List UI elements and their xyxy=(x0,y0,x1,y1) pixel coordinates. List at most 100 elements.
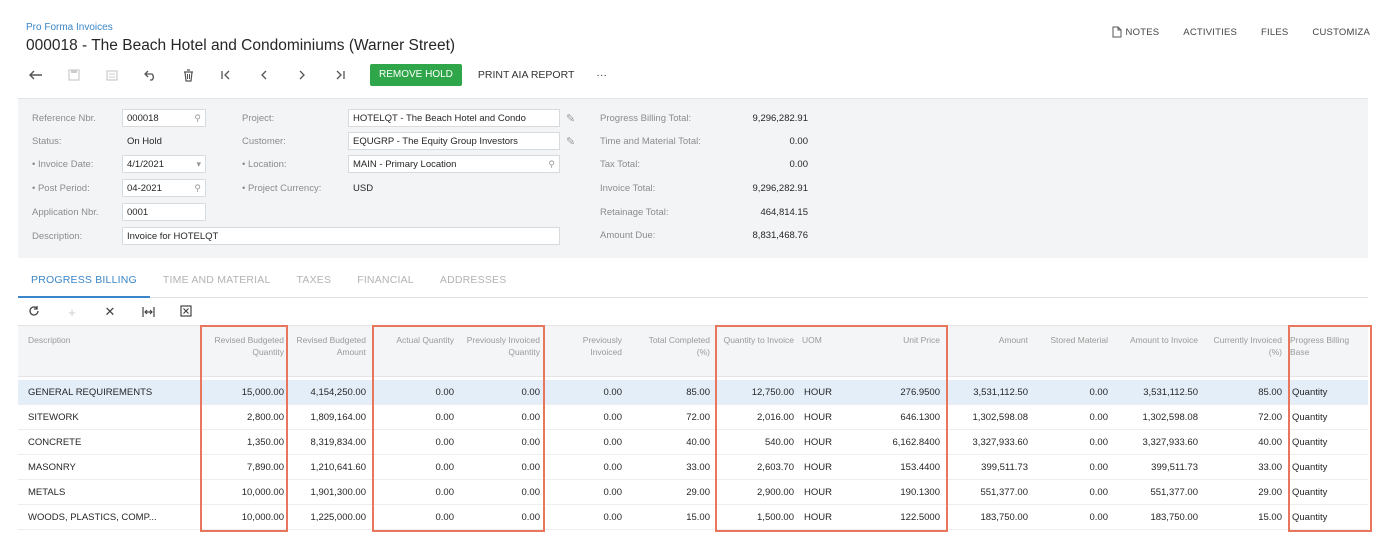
cell-amount[interactable]: 1,302,598.08 xyxy=(952,405,1028,430)
col-stored-material[interactable]: Stored Material xyxy=(1042,334,1108,346)
search-icon[interactable]: ⚲ xyxy=(548,159,555,170)
cell-revised-qty[interactable]: 10,000.00 xyxy=(208,480,284,505)
cell-amount-to-invoice[interactable]: 3,531,112.50 xyxy=(1116,380,1198,405)
col-revised-budgeted-quantity[interactable]: Revised Budgeted Quantity xyxy=(208,334,284,358)
cell-uom[interactable]: HOUR xyxy=(804,430,844,455)
cell-billing-base[interactable]: Quantity xyxy=(1292,480,1362,505)
cell-qty-to-invoice[interactable]: 12,750.00 xyxy=(718,380,794,405)
notes-button[interactable]: NOTES xyxy=(1112,26,1160,38)
cell-amount-to-invoice[interactable]: 551,377.00 xyxy=(1116,480,1198,505)
cell-uom[interactable]: HOUR xyxy=(804,480,844,505)
cell-prev-inv-qty[interactable]: 0.00 xyxy=(464,405,541,430)
cell-amount-to-invoice[interactable]: 183,750.00 xyxy=(1116,505,1198,530)
cell-amount-to-invoice[interactable]: 3,327,933.60 xyxy=(1116,430,1198,455)
tab-time-and-material[interactable]: TIME AND MATERIAL xyxy=(150,266,284,298)
table-row[interactable]: GENERAL REQUIREMENTS 15,000.00 4,154,250.0… xyxy=(18,380,1368,405)
cell-revised-amt[interactable]: 8,319,834.00 xyxy=(294,430,366,455)
cell-currently-invoiced[interactable]: 33.00 xyxy=(1206,455,1282,480)
search-icon[interactable]: ⚲ xyxy=(194,183,201,194)
cell-prev-invoiced[interactable]: 0.00 xyxy=(550,455,623,480)
cell-amount-to-invoice[interactable]: 399,511.73 xyxy=(1116,455,1198,480)
cell-unit-price[interactable]: 190.1300 xyxy=(864,480,940,505)
cell-description[interactable]: WOODS, PLASTICS, COMP... xyxy=(28,505,198,530)
cell-currently-invoiced[interactable]: 29.00 xyxy=(1206,480,1282,505)
activities-button[interactable]: ACTIVITIES xyxy=(1183,26,1237,38)
cell-qty-to-invoice[interactable]: 2,900.00 xyxy=(718,480,794,505)
cell-qty-to-invoice[interactable]: 2,016.00 xyxy=(718,405,794,430)
cell-billing-base[interactable]: Quantity xyxy=(1292,430,1362,455)
cell-description[interactable]: METALS xyxy=(28,480,198,505)
cell-qty-to-invoice[interactable]: 540.00 xyxy=(718,430,794,455)
col-total-completed[interactable]: Total Completed (%) xyxy=(634,334,710,358)
cell-qty-to-invoice[interactable]: 1,500.00 xyxy=(718,505,794,530)
cell-stored-material[interactable]: 0.00 xyxy=(1042,405,1109,430)
tab-progress-billing[interactable]: PROGRESS BILLING xyxy=(18,266,150,298)
copy-icon[interactable] xyxy=(102,65,122,85)
cell-total-completed[interactable]: 72.00 xyxy=(634,405,710,430)
project-field[interactable]: HOTELQT - The Beach Hotel and Condo xyxy=(348,109,560,127)
remove-hold-button[interactable]: REMOVE HOLD xyxy=(370,64,462,86)
col-unit-price[interactable]: Unit Price xyxy=(864,334,940,346)
cell-amount[interactable]: 3,327,933.60 xyxy=(952,430,1028,455)
cell-billing-base[interactable]: Quantity xyxy=(1292,405,1362,430)
cell-unit-price[interactable]: 153.4400 xyxy=(864,455,940,480)
previous-record-icon[interactable] xyxy=(254,65,274,85)
col-description[interactable]: Description xyxy=(28,334,198,346)
cell-unit-price[interactable]: 646.1300 xyxy=(864,405,940,430)
cell-total-completed[interactable]: 29.00 xyxy=(634,480,710,505)
cell-revised-amt[interactable]: 1,210,641.60 xyxy=(294,455,366,480)
cell-prev-invoiced[interactable]: 0.00 xyxy=(550,380,623,405)
col-previously-invoiced[interactable]: Previously Invoiced xyxy=(550,334,622,358)
cell-prev-invoiced[interactable]: 0.00 xyxy=(550,405,623,430)
col-amount[interactable]: Amount xyxy=(952,334,1028,346)
cell-prev-invoiced[interactable]: 0.00 xyxy=(550,430,623,455)
files-button[interactable]: FILES xyxy=(1261,26,1288,38)
cell-uom[interactable]: HOUR xyxy=(804,405,844,430)
cell-revised-amt[interactable]: 1,225,000.00 xyxy=(294,505,366,530)
table-row[interactable]: MASONRY 7,890.00 1,210,641.60 0.00 0.00 0.00 3… xyxy=(18,455,1368,480)
refresh-icon[interactable] xyxy=(26,305,42,320)
cell-amount[interactable]: 551,377.00 xyxy=(952,480,1028,505)
cell-description[interactable]: SITEWORK xyxy=(28,405,198,430)
chevron-down-icon[interactable]: ▾ xyxy=(196,159,201,170)
cell-amount[interactable]: 399,511.73 xyxy=(952,455,1028,480)
cell-revised-amt[interactable]: 4,154,250.00 xyxy=(294,380,366,405)
first-record-icon[interactable] xyxy=(216,65,236,85)
cell-revised-amt[interactable]: 1,809,164.00 xyxy=(294,405,366,430)
col-revised-budgeted-amount[interactable]: Revised Budgeted Amount xyxy=(294,334,366,358)
delete-icon[interactable] xyxy=(178,65,198,85)
tab-taxes[interactable]: TAXES xyxy=(284,266,345,298)
table-row[interactable]: WOODS, PLASTICS, COMP... 10,000.00 1,225,0… xyxy=(18,505,1368,530)
invoice-date-field[interactable]: 4/1/2021 ▾ xyxy=(122,155,206,173)
cell-prev-inv-qty[interactable]: 0.00 xyxy=(464,480,541,505)
cell-description[interactable]: CONCRETE xyxy=(28,430,198,455)
application-nbr-field[interactable]: 0001 xyxy=(122,203,206,221)
cell-currently-invoiced[interactable]: 15.00 xyxy=(1206,505,1282,530)
cell-unit-price[interactable]: 122.5000 xyxy=(864,505,940,530)
add-row-icon[interactable]: + xyxy=(64,305,80,320)
cell-unit-price[interactable]: 6,162.8400 xyxy=(864,430,940,455)
cell-stored-material[interactable]: 0.00 xyxy=(1042,505,1109,530)
cell-total-completed[interactable]: 15.00 xyxy=(634,505,710,530)
cell-revised-qty[interactable]: 10,000.00 xyxy=(208,505,284,530)
cell-prev-inv-qty[interactable]: 0.00 xyxy=(464,455,541,480)
table-row[interactable]: CONCRETE 1,350.00 8,319,834.00 0.00 0.00 0.00… xyxy=(18,430,1368,455)
col-quantity-to-invoice[interactable]: Quantity to Invoice xyxy=(718,334,794,346)
cell-total-completed[interactable]: 33.00 xyxy=(634,455,710,480)
more-actions-button[interactable]: ··· xyxy=(596,69,607,81)
cell-actual-qty[interactable]: 0.00 xyxy=(380,505,455,530)
export-excel-icon[interactable] xyxy=(178,304,194,320)
post-period-field[interactable]: 04-2021 ⚲ xyxy=(122,179,206,197)
cell-amount[interactable]: 183,750.00 xyxy=(952,505,1028,530)
cell-revised-qty[interactable]: 7,890.00 xyxy=(208,455,284,480)
cell-currently-invoiced[interactable]: 40.00 xyxy=(1206,430,1282,455)
cell-qty-to-invoice[interactable]: 2,603.70 xyxy=(718,455,794,480)
cell-prev-inv-qty[interactable]: 0.00 xyxy=(464,380,541,405)
cell-currently-invoiced[interactable]: 72.00 xyxy=(1206,405,1282,430)
cell-billing-base[interactable]: Quantity xyxy=(1292,505,1362,530)
cell-currently-invoiced[interactable]: 85.00 xyxy=(1206,380,1282,405)
cell-stored-material[interactable]: 0.00 xyxy=(1042,430,1109,455)
breadcrumb[interactable]: Pro Forma Invoices xyxy=(26,22,113,33)
reference-nbr-field[interactable]: 000018 ⚲ xyxy=(122,109,206,127)
delete-row-icon[interactable]: ✕ xyxy=(102,304,118,320)
